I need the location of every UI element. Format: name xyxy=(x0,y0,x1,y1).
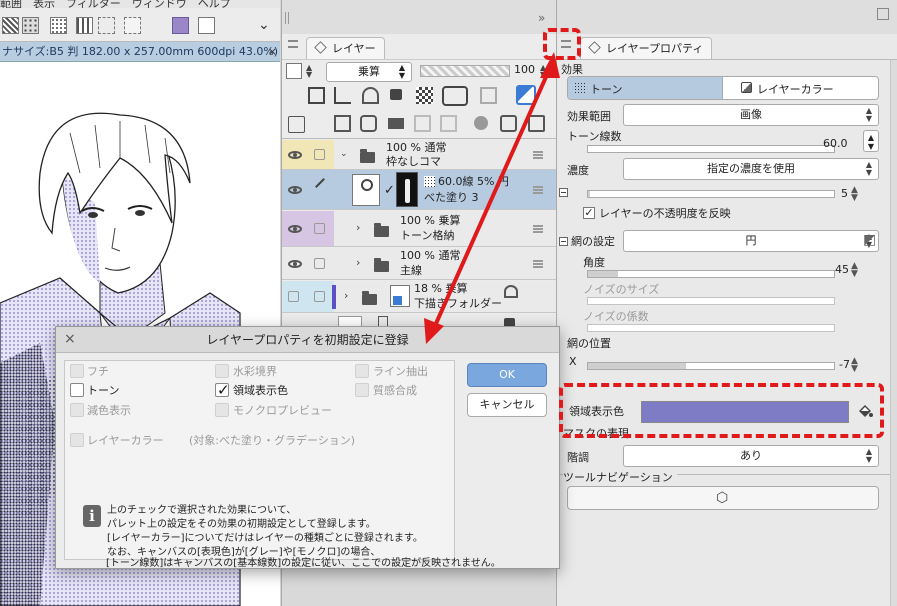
annotation-arrow xyxy=(424,52,560,344)
annotation-arrowhead-top xyxy=(540,52,560,78)
annotation-arrowhead-bottom xyxy=(424,318,444,344)
annotation-arrow-line xyxy=(432,67,552,329)
